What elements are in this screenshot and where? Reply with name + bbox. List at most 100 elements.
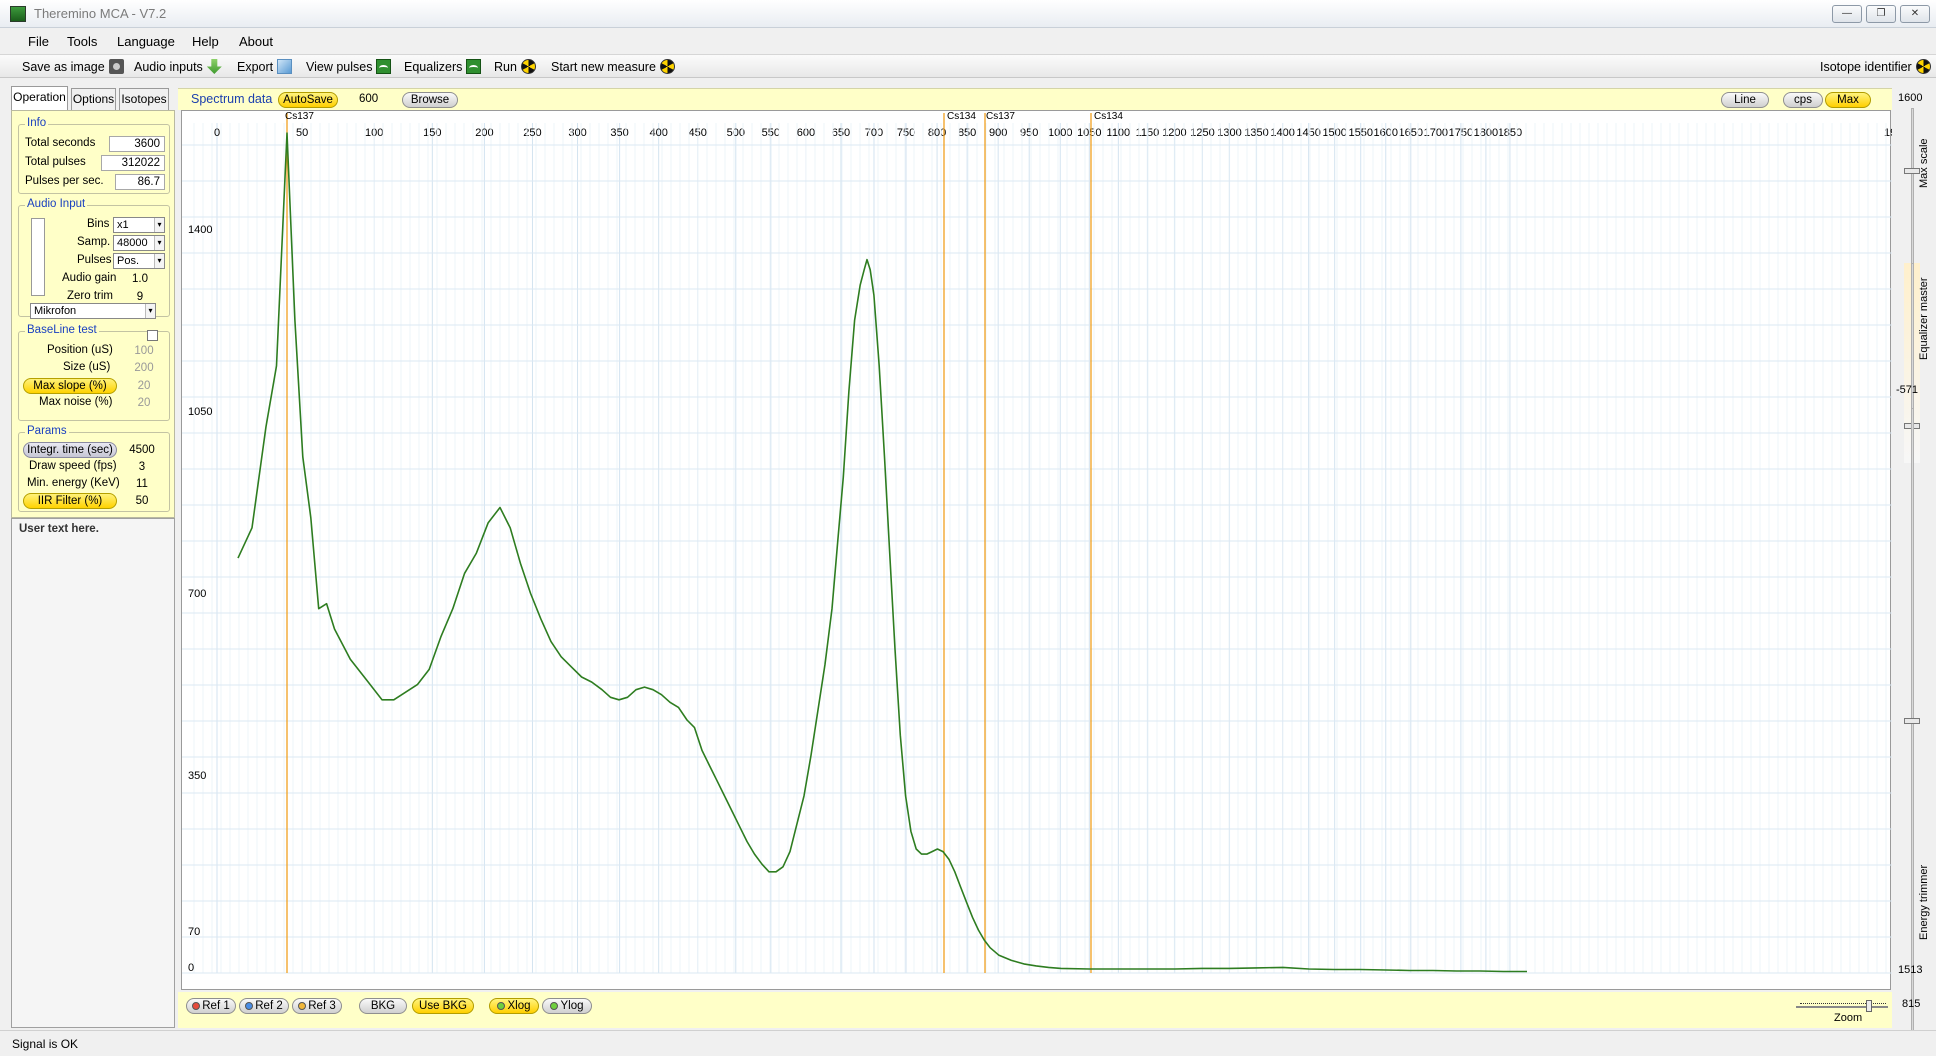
run-button[interactable]: Run xyxy=(494,59,536,74)
max-scale-slider[interactable] xyxy=(1904,108,1920,268)
max-slope-button[interactable]: Max slope (%) xyxy=(23,378,117,394)
draw-speed-value[interactable]: 3 xyxy=(119,459,165,475)
y-tick-label: 1050 xyxy=(188,406,212,418)
integr-time-value[interactable]: 4500 xyxy=(119,442,165,458)
energy-trimmer-slider[interactable] xyxy=(1904,408,1920,1048)
max-noise-label: Max noise (%) xyxy=(39,396,113,408)
view-pulses-button[interactable]: View pulses xyxy=(306,59,392,74)
status-text: Signal is OK xyxy=(12,1037,79,1051)
use-bkg-button[interactable]: Use BKG xyxy=(412,998,474,1014)
restore-button[interactable]: ❐ xyxy=(1866,5,1896,23)
total-seconds-label: Total seconds xyxy=(25,137,96,149)
audio-gain-value[interactable]: 1.0 xyxy=(115,271,165,287)
spectrum-plot[interactable]: 0501001502002503003504004505005506006507… xyxy=(181,110,1892,991)
menu-help[interactable]: Help xyxy=(192,34,219,49)
ref3-label: Ref 3 xyxy=(308,1000,336,1012)
tab-isotopes[interactable]: Isotopes xyxy=(119,88,169,110)
min-energy-label: Min. energy (KeV) xyxy=(27,477,120,489)
title-bar: Theremino MCA - V7.2 — ❐ ✕ xyxy=(0,0,1936,28)
ref1-button[interactable]: Ref 1 xyxy=(186,998,236,1014)
position-label: Position (uS) xyxy=(47,344,113,356)
blue-dot-icon xyxy=(245,1002,254,1010)
spectrum-data-title: Spectrum data xyxy=(191,92,273,106)
autosave-button[interactable]: AutoSave xyxy=(278,92,338,108)
x-tick-label: 1650 xyxy=(1399,127,1423,139)
size-value[interactable]: 200 xyxy=(123,360,165,376)
user-text: User text here. xyxy=(19,523,99,535)
x-tick-label: 550 xyxy=(762,127,780,139)
arrow-down-icon xyxy=(206,59,222,74)
min-energy-value[interactable]: 11 xyxy=(119,476,165,492)
x-tick-label: 1050 xyxy=(1077,127,1101,139)
bins-select[interactable]: x1 ▾ xyxy=(113,217,165,233)
browse-button[interactable]: Browse xyxy=(402,92,458,108)
tab-options[interactable]: Options xyxy=(71,88,116,110)
waveform-icon xyxy=(466,59,482,74)
audio-device-value: Mikrofon xyxy=(34,305,77,317)
export-button[interactable]: Export xyxy=(237,59,293,74)
start-new-label: Start new measure xyxy=(551,59,656,74)
start-new-measure-button[interactable]: Start new measure xyxy=(551,59,675,74)
samp-select[interactable]: 48000 ▾ xyxy=(113,235,165,251)
menu-tools[interactable]: Tools xyxy=(67,34,97,49)
total-pulses-label: Total pulses xyxy=(25,156,86,168)
user-text-area[interactable]: User text here. xyxy=(11,518,175,1028)
isotope-marker-label: Cs134 xyxy=(947,111,976,122)
toolbar: Save as image Audio inputs Export View p… xyxy=(0,54,1936,78)
cps-button[interactable]: cps xyxy=(1783,92,1823,108)
zoom-label: Zoom xyxy=(1834,1012,1863,1024)
spectrum-chart[interactable]: 0501001502002503003504004505005506006507… xyxy=(182,111,1892,991)
info-group: Info Total seconds 3600 Total pulses 312… xyxy=(18,117,170,194)
samp-label: Samp. xyxy=(77,236,111,248)
x-tick-label: 1550 xyxy=(1348,127,1372,139)
ref1-label: Ref 1 xyxy=(202,1000,230,1012)
chevron-down-icon: ▾ xyxy=(154,218,164,232)
menu-about[interactable]: About xyxy=(239,34,273,49)
zoom-slider-thumb[interactable] xyxy=(1866,1000,1872,1012)
x-tick-label: 1600 xyxy=(1374,127,1398,139)
audio-inputs-button[interactable]: Audio inputs xyxy=(134,59,222,74)
max-noise-value[interactable]: 20 xyxy=(123,395,165,411)
save-image-label: Save as image xyxy=(22,59,105,74)
autosave-count[interactable]: 600 xyxy=(359,93,378,105)
slider-track xyxy=(1911,108,1914,268)
max-scale-label: Max scale xyxy=(1918,138,1930,188)
chevron-down-icon: ▾ xyxy=(154,254,164,268)
audio-input-title: Audio Input xyxy=(25,198,88,210)
energy-trimmer-label: Energy trimmer xyxy=(1918,864,1930,940)
save-image-button[interactable]: Save as image xyxy=(22,59,124,74)
minimize-button[interactable]: — xyxy=(1832,5,1862,23)
iir-filter-value[interactable]: 50 xyxy=(119,493,165,509)
position-value[interactable]: 100 xyxy=(123,343,165,359)
ref3-button[interactable]: Ref 3 xyxy=(292,998,342,1014)
menu-file[interactable]: File xyxy=(28,34,49,49)
ylog-button[interactable]: Ylog xyxy=(542,998,592,1014)
equalizers-button[interactable]: Equalizers xyxy=(404,59,482,74)
isotope-identifier-button[interactable]: Isotope identifier xyxy=(1820,59,1931,74)
size-label: Size (uS) xyxy=(63,361,111,373)
pulses-select[interactable]: Pos. ▾ xyxy=(113,253,165,269)
energy-trimmer-value: 1513 xyxy=(1898,964,1923,976)
tab-operation[interactable]: Operation xyxy=(11,86,68,110)
y-tick-label: 700 xyxy=(188,588,206,600)
isotope-marker-label: Cs137 xyxy=(285,111,314,122)
window-title: Theremino MCA - V7.2 xyxy=(34,6,167,21)
slider-thumb[interactable] xyxy=(1904,718,1920,724)
bkg-button[interactable]: BKG xyxy=(359,998,407,1014)
zoom-slider[interactable] xyxy=(1796,1006,1888,1008)
baseline-checkbox[interactable] xyxy=(147,330,158,341)
zoom-ticks xyxy=(1800,998,1886,1004)
xlog-button[interactable]: Xlog xyxy=(489,998,539,1014)
max-button[interactable]: Max xyxy=(1825,92,1871,108)
line-button[interactable]: Line xyxy=(1721,92,1769,108)
integr-time-button[interactable]: Integr. time (sec) xyxy=(23,442,117,458)
ref2-button[interactable]: Ref 2 xyxy=(239,998,289,1014)
pulses-label: Pulses xyxy=(77,254,112,266)
max-slope-value[interactable]: 20 xyxy=(123,378,165,394)
green-dot-icon xyxy=(550,1002,559,1010)
zoom-value: 815 xyxy=(1902,998,1921,1010)
iir-filter-button[interactable]: IIR Filter (%) xyxy=(23,493,117,509)
menu-language[interactable]: Language xyxy=(117,34,175,49)
audio-device-select[interactable]: Mikrofon ▾ xyxy=(30,303,156,319)
close-button[interactable]: ✕ xyxy=(1900,5,1930,23)
